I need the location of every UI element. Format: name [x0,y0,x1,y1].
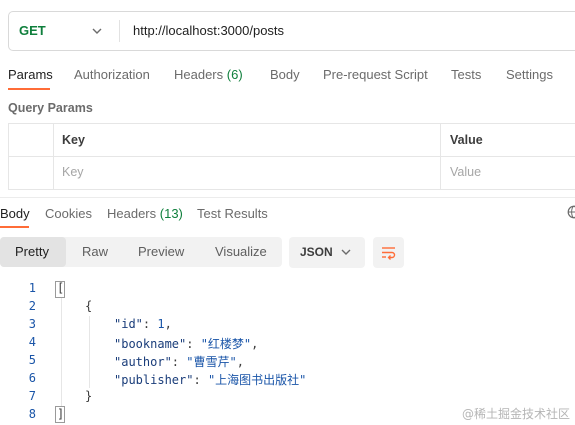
response-tab-headers[interactable]: Headers (13) [107,206,183,221]
wrap-lines-button[interactable] [373,237,404,268]
url-input[interactable]: http://localhost:3000/posts [133,12,284,50]
json-string: "上海图书出版社" [207,373,307,387]
code-line-bookname: "bookname": "红楼梦", [114,337,259,351]
line-number: 7 [28,389,36,403]
response-tab-cookies[interactable]: Cookies [45,206,92,221]
view-mode-visualize[interactable]: Visualize [215,237,267,267]
url-bar: GET http://localhost:3000/posts [8,11,575,51]
column-header-value: Value [450,133,483,147]
json-key: "author" [114,355,172,369]
param-key-input[interactable]: Key [62,165,84,179]
json-number: 1 [157,317,165,331]
query-params-title: Query Params [8,101,93,115]
format-select-label: JSON [300,245,333,259]
table-col-divider [53,123,54,190]
json-key: "id" [114,317,143,331]
json-key: "bookname" [114,337,187,351]
indent-guide [61,298,62,406]
response-headers-count-badge: (13) [159,206,183,221]
chevron-down-icon[interactable] [91,25,103,37]
line-number: 3 [28,317,36,331]
line-number: 5 [28,353,36,367]
view-mode-pretty[interactable]: Pretty [15,237,49,267]
response-tab-body[interactable]: Body [0,206,30,221]
wrap-lines-icon [382,247,396,260]
view-mode-raw[interactable]: Raw [82,237,108,267]
tab-params[interactable]: Params [8,67,53,82]
json-string: "曹雪芹" [186,355,237,369]
code-line-author: "author": "曹雪芹", [114,355,244,369]
column-header-key: Key [62,133,85,147]
tab-headers[interactable]: Headers (6) [174,67,243,82]
json-string: "红楼梦" [200,337,252,351]
code-open-array: [ [57,281,65,295]
url-divider [119,20,120,42]
tab-authorization[interactable]: Authorization [74,67,150,82]
tab-settings[interactable]: Settings [506,67,553,82]
view-mode-preview[interactable]: Preview [138,237,184,267]
line-number: 2 [28,299,36,313]
globe-icon[interactable] [567,205,575,219]
line-number: 6 [28,371,36,385]
table-col-divider [440,123,441,190]
line-number: 4 [28,335,36,349]
code-close-array: ] [57,407,65,421]
code-open-object: { [85,299,93,313]
indent-guide [89,316,90,388]
pane-divider[interactable] [0,197,575,198]
param-value-input[interactable]: Value [450,165,481,179]
code-line-publisher: "publisher": "上海图书出版社" [114,373,307,387]
tab-headers-label: Headers [174,67,224,82]
headers-count-badge: (6) [226,67,243,82]
code-line-id: "id": 1, [114,317,172,331]
tab-prerequest-script[interactable]: Pre-request Script [323,67,428,82]
chevron-down-icon [341,249,351,255]
line-number: 8 [28,407,36,421]
response-tab-test-results[interactable]: Test Results [197,206,268,221]
active-tab-indicator [8,88,50,90]
watermark: @稀土掘金技术社区 [462,407,571,421]
tab-tests[interactable]: Tests [451,67,481,82]
method-select[interactable]: GET [19,12,46,50]
code-close-object: } [85,389,93,403]
active-response-tab-indicator [0,226,29,228]
json-key: "publisher" [114,373,194,387]
line-number: 1 [28,281,36,295]
tab-body[interactable]: Body [270,67,300,82]
response-tab-headers-label: Headers [107,206,157,221]
table-row-divider [8,156,575,157]
